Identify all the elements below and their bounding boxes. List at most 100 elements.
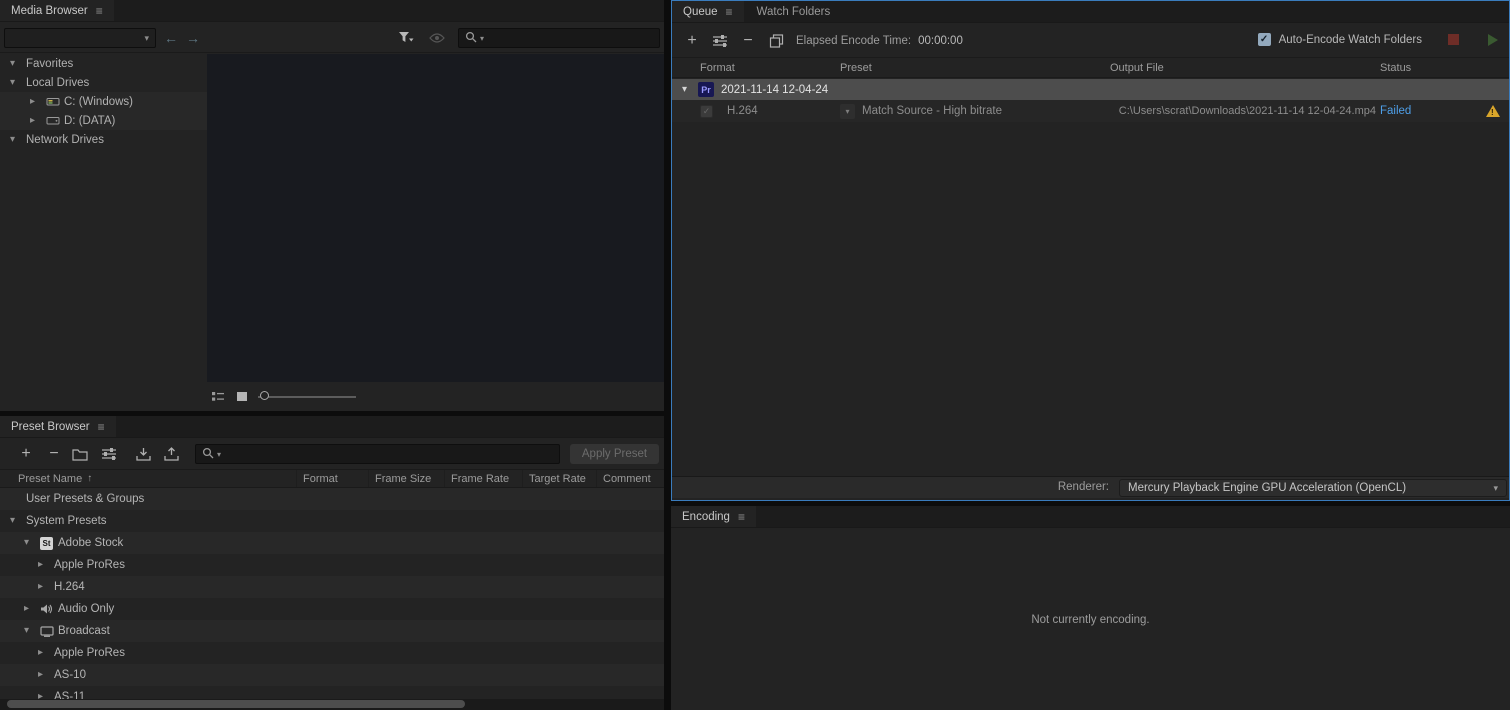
chevron-down-icon[interactable]: ▾ [480,34,484,43]
column-comment[interactable]: Comment [596,470,664,487]
filter-icon[interactable] [398,31,414,45]
queue-toolbar: + − Elapsed Encode Time: 00:00:00 ✓ Auto-… [672,24,1509,57]
tree-item-network-drives[interactable]: ▾ Network Drives [0,130,207,149]
preset-row-broadcast[interactable]: ▾ Broadcast [0,620,664,642]
chevron-right-icon[interactable]: ▸ [38,582,54,592]
tree-item-local-drives[interactable]: ▾ Local Drives [0,73,207,92]
preset-row-system-presets[interactable]: ▾ System Presets [0,510,664,532]
preset-row-as10[interactable]: ▸ AS-10 [0,664,664,686]
column-format[interactable]: Format [296,470,368,487]
queue-source-row[interactable]: ▾ Pr 2021-11-14 12-04-24 [672,79,1509,100]
column-label: Preset [840,61,872,74]
queue-panel: Queue ≡ Watch Folders + − Elapsed Encode… [671,0,1510,501]
list-view-icon[interactable] [211,391,225,402]
preset-row-audio-only[interactable]: ▸ Audio Only [0,598,664,620]
zoom-slider[interactable] [258,391,356,403]
chevron-down-icon[interactable]: ▾ [217,450,221,459]
renderer-dropdown[interactable]: Mercury Playback Engine GPU Acceleration… [1119,479,1507,497]
scrollbar-thumb[interactable] [7,700,465,708]
column-format[interactable]: Format [700,62,840,74]
remove-button[interactable]: − [738,32,758,50]
preset-settings-icon[interactable] [99,445,119,463]
preset-browser-tab[interactable]: Preset Browser ≡ [0,416,116,437]
tab-watch-folders[interactable]: Watch Folders [744,1,844,22]
column-output-file[interactable]: Output File [1110,62,1376,74]
panel-menu-icon[interactable]: ≡ [98,421,105,433]
preset-dropdown-icon[interactable]: ▾ [840,103,855,119]
add-preset-button[interactable]: + [16,445,36,463]
preset-row-adobe-stock[interactable]: ▾ St Adobe Stock [0,532,664,554]
preset-search-input[interactable] [224,448,553,460]
preset-browser-header: Preset Browser ≡ [0,416,664,438]
preset-row-h264[interactable]: ▸ H.264 [0,576,664,598]
media-browser-panel: Media Browser ≡ ▾ ← → ▾ ▾ Favorites ▾ Lo… [0,0,664,411]
export-preset-icon[interactable] [161,445,181,463]
tab-queue[interactable]: Queue ≡ [672,1,744,22]
new-group-icon[interactable] [70,445,90,463]
column-preset-name[interactable]: Preset Name ↑ [0,473,296,485]
zoom-slider-track[interactable] [258,396,356,398]
encoding-panel: Encoding ≡ Not currently encoding. [671,506,1510,710]
warning-icon[interactable]: ! [1486,105,1500,117]
chevron-down-icon[interactable]: ▾ [24,538,40,548]
back-icon[interactable]: ← [162,28,180,48]
auto-encode-checkbox[interactable]: ✓ [1257,33,1271,46]
job-status: Failed [1380,105,1412,117]
chevron-down-icon[interactable]: ▾ [10,516,26,526]
elapsed-value: 00:00:00 [918,35,963,47]
preset-row-apple-prores[interactable]: ▸ Apple ProRes [0,554,664,576]
remove-preset-button[interactable]: − [44,445,64,463]
job-checkbox[interactable]: ✓ [700,104,713,118]
media-browser-tab[interactable]: Media Browser ≡ [0,0,114,21]
job-preset[interactable]: Match Source - High bitrate [862,105,1002,117]
column-frame-rate[interactable]: Frame Rate [444,470,522,487]
column-target-rate[interactable]: Target Rate [522,470,596,487]
panel-menu-icon[interactable]: ≡ [738,511,745,523]
import-preset-icon[interactable] [133,445,153,463]
preset-row-apple-prores-2[interactable]: ▸ Apple ProRes [0,642,664,664]
thumbnail-view-icon[interactable] [236,391,248,402]
queue-job-row[interactable]: ✓ H.264 ▾ Match Source - High bitrate C:… [672,100,1509,122]
chevron-right-icon[interactable]: ▸ [38,560,54,570]
preset-row-user-presets[interactable]: User Presets & Groups [0,488,664,510]
column-frame-size[interactable]: Frame Size [368,470,444,487]
tree-item-drive-d[interactable]: ▸ D: (DATA) [0,111,207,130]
chevron-down-icon[interactable]: ▾ [24,626,40,636]
tree-item-favorites[interactable]: ▾ Favorites [0,54,207,73]
zoom-slider-knob[interactable] [260,391,269,400]
chevron-right-icon[interactable]: ▸ [38,670,54,680]
column-label: Format [700,61,735,74]
job-format[interactable]: H.264 [727,105,840,117]
chevron-down-icon[interactable]: ▾ [682,84,698,95]
chevron-right-icon[interactable]: ▸ [30,96,46,107]
chevron-right-icon[interactable]: ▸ [38,648,54,658]
tree-item-drive-c[interactable]: ▸ C: (Windows) [0,92,207,111]
start-queue-button[interactable] [1488,33,1498,46]
source-name: 2021-11-14 12-04-24 [721,83,829,96]
apply-preset-button[interactable]: Apply Preset [570,444,659,464]
chevron-right-icon[interactable]: ▸ [24,604,40,614]
chevron-right-icon[interactable]: ▸ [30,115,46,126]
chevron-down-icon[interactable]: ▾ [10,77,26,88]
horizontal-scrollbar[interactable] [0,699,664,710]
preset-browser-toolbar: + − ▾ Apply Preset [0,439,664,469]
column-label: Output File [1110,61,1164,74]
eye-icon[interactable] [429,33,445,43]
column-status[interactable]: Status [1376,62,1411,74]
chevron-down-icon[interactable]: ▾ [10,134,26,145]
drive-icon [46,115,64,126]
job-output-file[interactable]: C:\Users\scrat\Downloads\2021-11-14 12-0… [1110,105,1376,117]
panel-menu-icon[interactable]: ≡ [96,5,103,17]
panel-menu-icon[interactable]: ≡ [726,6,733,18]
location-dropdown[interactable]: ▾ [4,28,156,48]
stop-queue-button[interactable] [1448,34,1459,45]
chevron-down-icon[interactable]: ▾ [10,58,26,69]
media-search-input[interactable] [487,32,653,44]
preset-row-label: H.264 [54,581,85,593]
add-source-button[interactable]: + [682,32,702,50]
encoding-tab[interactable]: Encoding ≡ [671,506,756,527]
add-output-icon[interactable] [710,32,730,50]
forward-icon[interactable]: → [184,28,202,48]
column-preset[interactable]: Preset [840,62,1110,74]
duplicate-icon[interactable] [766,32,786,50]
